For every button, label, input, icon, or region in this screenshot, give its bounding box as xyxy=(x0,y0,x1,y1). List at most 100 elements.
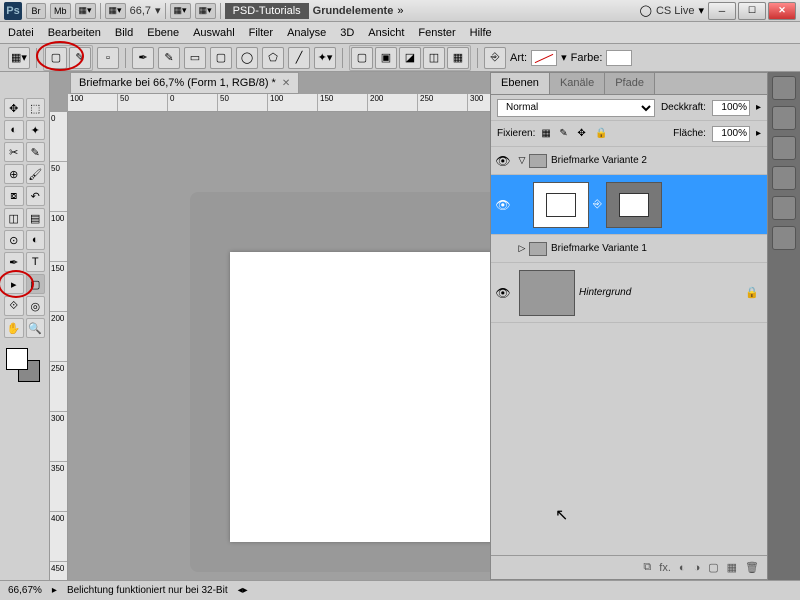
opacity-input[interactable] xyxy=(712,100,750,116)
gradient-tool[interactable]: ▤ xyxy=(26,208,46,228)
line-icon[interactable]: ╱ xyxy=(288,47,310,69)
arrange-button[interactable]: ▦▾ xyxy=(170,3,191,19)
delete-layer-icon[interactable]: 🗑 xyxy=(745,561,759,574)
layer-background[interactable]: 👁 Hintergrund 🔒 xyxy=(491,263,767,323)
menu-filter[interactable]: Filter xyxy=(249,27,273,39)
dodge-tool[interactable]: ◐ xyxy=(26,230,46,250)
color-swatch[interactable] xyxy=(606,50,632,66)
menu-hilfe[interactable]: Hilfe xyxy=(470,27,492,39)
menu-analyse[interactable]: Analyse xyxy=(287,27,326,39)
chevron-icon[interactable]: ▸ xyxy=(756,102,761,113)
move-tool[interactable]: ✥ xyxy=(4,98,24,118)
stroke-style-swatch[interactable] xyxy=(531,50,557,66)
status-zoom[interactable]: 66,67% xyxy=(8,585,42,596)
polygon-icon[interactable]: ⬠ xyxy=(262,47,284,69)
3d-tool[interactable]: ⟐ xyxy=(4,296,24,316)
history-brush-tool[interactable]: ↶ xyxy=(26,186,46,206)
visibility-icon[interactable]: 👁 xyxy=(491,286,515,300)
close-button[interactable]: ✕ xyxy=(768,2,796,20)
fill-input[interactable] xyxy=(712,126,750,142)
custom-shape-icon[interactable]: ✦▾ xyxy=(314,47,336,69)
path-add-icon[interactable]: ▣ xyxy=(375,47,397,69)
extras-button[interactable]: ▦▾ xyxy=(105,3,126,19)
type-tool[interactable]: T xyxy=(26,252,46,272)
layer-thumbnail[interactable] xyxy=(519,270,575,316)
menu-datei[interactable]: Datei xyxy=(8,27,34,39)
dock-styles-icon[interactable] xyxy=(772,136,796,160)
dock-masks-icon[interactable] xyxy=(772,196,796,220)
fill-pixels-button[interactable]: ▫ xyxy=(97,47,119,69)
bridge-button[interactable]: Br xyxy=(26,3,46,19)
zoom-tool[interactable]: 🔍 xyxy=(26,318,46,338)
link-icon[interactable]: ⎆ xyxy=(484,47,506,69)
eraser-tool[interactable]: ◫ xyxy=(4,208,24,228)
chevron-icon[interactable]: ▸ xyxy=(756,128,761,139)
zoom-level[interactable]: 66,7 xyxy=(130,5,151,17)
blur-tool[interactable]: ⊙ xyxy=(4,230,24,250)
cslive-icon[interactable]: ◯ xyxy=(640,4,652,17)
ellipse-icon[interactable]: ◯ xyxy=(236,47,258,69)
screen-button[interactable]: ▦▾ xyxy=(195,3,216,19)
pen-tool[interactable]: ✒ xyxy=(4,252,24,272)
dock-swatches-icon[interactable] xyxy=(772,106,796,130)
lock-position-icon[interactable]: ✥ xyxy=(577,128,589,140)
hand-tool[interactable]: ✋ xyxy=(4,318,24,338)
marquee-tool[interactable]: ⬚ xyxy=(26,98,46,118)
minimize-button[interactable]: ─ xyxy=(708,2,736,20)
eyedropper-tool[interactable]: ✎ xyxy=(26,142,46,162)
tab-ebenen[interactable]: Ebenen xyxy=(491,73,550,94)
rounded-rect-icon[interactable]: ▢ xyxy=(210,47,232,69)
layer-shape-selected[interactable]: 👁 ⎆ xyxy=(491,175,767,235)
dock-color-icon[interactable] xyxy=(772,76,796,100)
psd-tutorials-label[interactable]: PSD-Tutorials xyxy=(225,3,309,19)
menu-fenster[interactable]: Fenster xyxy=(418,27,455,39)
tab-kanale[interactable]: Kanäle xyxy=(550,73,605,94)
stamp-tool[interactable]: ⧇ xyxy=(4,186,24,206)
adjustment-layer-icon[interactable]: ◑ xyxy=(694,562,701,574)
tool-preset-button[interactable]: ▦▾ xyxy=(8,47,30,69)
layer-mask-thumbnail[interactable] xyxy=(606,182,662,228)
twist-closed-icon[interactable]: ▷ xyxy=(515,243,529,254)
menu-bearbeiten[interactable]: Bearbeiten xyxy=(48,27,101,39)
rect-icon[interactable]: ▭ xyxy=(184,47,206,69)
camera-tool[interactable]: ◎ xyxy=(26,296,46,316)
new-layer-icon[interactable]: ▦ xyxy=(727,561,737,574)
lock-all-icon[interactable]: 🔒 xyxy=(595,128,607,140)
link-layers-icon[interactable]: ⧉ xyxy=(643,561,651,574)
layer-fx-icon[interactable]: fx. xyxy=(659,562,671,574)
heal-tool[interactable]: ⊕ xyxy=(4,164,24,184)
menu-auswahl[interactable]: Auswahl xyxy=(193,27,235,39)
chevron-double-icon[interactable]: » xyxy=(397,5,403,17)
freeform-pen-icon[interactable]: ✎ xyxy=(158,47,180,69)
menu-3d[interactable]: 3D xyxy=(340,27,354,39)
close-tab-icon[interactable]: ✕ xyxy=(282,78,290,89)
link-mask-icon[interactable]: ⎆ xyxy=(593,198,602,211)
group-icon[interactable]: ▢ xyxy=(708,561,718,574)
layer-group-1[interactable]: ▷ Briefmarke Variante 1 xyxy=(491,235,767,263)
path-subtract-icon[interactable]: ◪ xyxy=(399,47,421,69)
tab-pfade[interactable]: Pfade xyxy=(605,73,655,94)
shape-layer-button[interactable]: ▢ xyxy=(45,47,67,69)
blend-mode-select[interactable]: Normal xyxy=(497,99,655,117)
layer-mask-icon[interactable]: ◐ xyxy=(679,562,686,574)
wand-tool[interactable]: ✦ xyxy=(26,120,46,140)
visibility-icon[interactable]: 👁 xyxy=(491,198,515,212)
path-button[interactable]: ✎ xyxy=(69,47,91,69)
lock-paint-icon[interactable]: ✎ xyxy=(559,128,571,140)
lasso-tool[interactable]: ◐ xyxy=(4,120,24,140)
path-exclude-icon[interactable]: ▦ xyxy=(447,47,469,69)
brush-tool[interactable]: 🖌 xyxy=(26,164,46,184)
cslive-label[interactable]: CS Live xyxy=(656,5,695,17)
dock-adjustments-icon[interactable] xyxy=(772,166,796,190)
menu-ebene[interactable]: Ebene xyxy=(147,27,179,39)
path-new-icon[interactable]: ▢ xyxy=(351,47,373,69)
document-tab[interactable]: Briefmarke bei 66,7% (Form 1, RGB/8) * ✕ xyxy=(70,72,299,94)
twist-open-icon[interactable]: ▽ xyxy=(515,155,529,166)
crop-tool[interactable]: ✂ xyxy=(4,142,24,162)
foreground-color-swatch[interactable] xyxy=(6,348,28,370)
path-select-tool[interactable]: ▸ xyxy=(4,274,24,294)
path-intersect-icon[interactable]: ◫ xyxy=(423,47,445,69)
shape-tool[interactable]: ▢ xyxy=(26,274,46,294)
maximize-button[interactable]: ☐ xyxy=(738,2,766,20)
visibility-icon[interactable]: 👁 xyxy=(491,154,515,168)
